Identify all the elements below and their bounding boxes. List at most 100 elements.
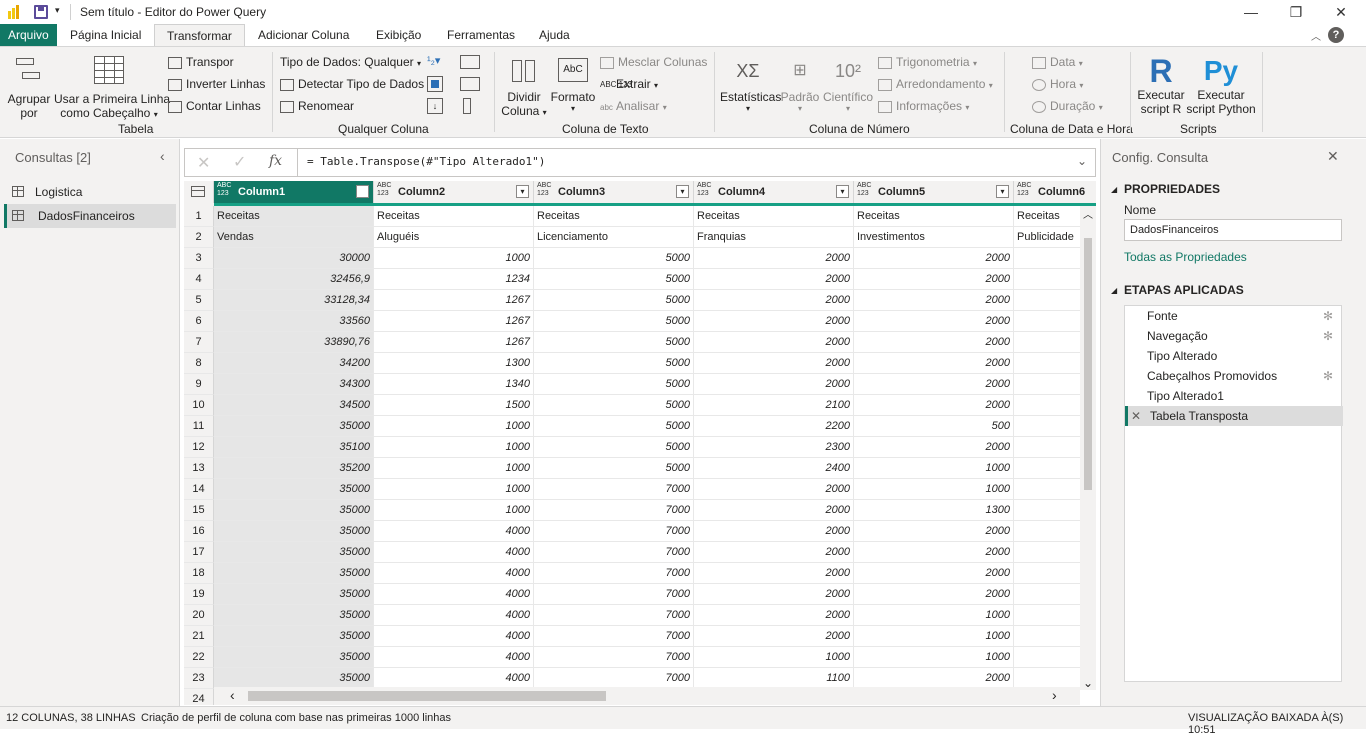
table-cell[interactable]: 7000 bbox=[534, 584, 694, 605]
tab-ajuda[interactable]: Ajuda bbox=[527, 24, 582, 46]
table-cell[interactable]: Receitas bbox=[214, 206, 374, 227]
padrao-button[interactable]: ⊞ Padrão ▾ bbox=[778, 54, 822, 118]
table-cell[interactable]: 35000 bbox=[214, 563, 374, 584]
table-cell[interactable]: 5000 bbox=[534, 395, 694, 416]
tab-arquivo[interactable]: Arquivo bbox=[0, 24, 57, 46]
table-cell[interactable]: 2000 bbox=[854, 584, 1014, 605]
scroll-left-icon[interactable]: ‹ bbox=[230, 687, 235, 703]
vertical-scrollbar[interactable]: ︿ ⌄ bbox=[1080, 206, 1096, 690]
estatisticas-button[interactable]: XΣ Estatísticas ▾ bbox=[720, 54, 781, 118]
table-cell[interactable]: 7000 bbox=[534, 647, 694, 668]
table-cell[interactable]: 4000 bbox=[374, 542, 534, 563]
table-cell[interactable]: 2000 bbox=[694, 374, 854, 395]
table-cell[interactable]: 4000 bbox=[374, 563, 534, 584]
row-number[interactable]: 2 bbox=[184, 227, 214, 248]
horizontal-scroll-thumb[interactable] bbox=[248, 691, 606, 701]
table-cell[interactable]: 1100 bbox=[694, 668, 854, 689]
applied-step[interactable]: ✕ Tabela Transposta bbox=[1125, 406, 1343, 426]
table-cell[interactable]: 1267 bbox=[374, 332, 534, 353]
executar-script-r-button[interactable]: R Executar script R bbox=[1136, 54, 1186, 118]
table-cell[interactable]: 5000 bbox=[534, 332, 694, 353]
applied-step[interactable]: Cabeçalhos Promovidos ✻ bbox=[1125, 366, 1343, 386]
table-cell[interactable]: 4000 bbox=[374, 521, 534, 542]
scroll-down-icon[interactable]: ⌄ bbox=[1083, 676, 1093, 690]
arredondamento-dropdown[interactable]: Arredondamento ▾ bbox=[878, 77, 993, 91]
column-type-icon[interactable]: ABC 123 bbox=[857, 182, 871, 198]
table-cell[interactable]: 2000 bbox=[854, 437, 1014, 458]
move-down-icon[interactable]: ↓ bbox=[427, 98, 443, 114]
detectar-tipo-button[interactable]: Detectar Tipo de Dados bbox=[280, 77, 424, 91]
table-cell[interactable]: 35000 bbox=[214, 542, 374, 563]
expand-formula-icon[interactable]: ⌄ bbox=[1077, 154, 1087, 168]
table-cell[interactable]: 35000 bbox=[214, 605, 374, 626]
table-cell[interactable]: 30000 bbox=[214, 248, 374, 269]
table-cell[interactable]: 35000 bbox=[214, 626, 374, 647]
table-cell[interactable]: 2000 bbox=[694, 353, 854, 374]
table-cell[interactable]: 1300 bbox=[374, 353, 534, 374]
table-cell[interactable]: 5000 bbox=[534, 353, 694, 374]
table-cell[interactable]: 35200 bbox=[214, 458, 374, 479]
row-number[interactable]: 5 bbox=[184, 290, 214, 311]
row-number[interactable]: 17 bbox=[184, 542, 214, 563]
table-cell[interactable]: 2100 bbox=[694, 395, 854, 416]
filter-dropdown-icon[interactable]: ▾ bbox=[676, 185, 689, 198]
table-cell[interactable]: 2000 bbox=[854, 248, 1014, 269]
table-cell[interactable]: 35000 bbox=[214, 479, 374, 500]
collapse-ribbon-icon[interactable]: ︿ bbox=[1311, 28, 1321, 43]
table-cell[interactable]: 5000 bbox=[534, 374, 694, 395]
table-cell[interactable]: 35000 bbox=[214, 500, 374, 521]
transpor-button[interactable]: Transpor bbox=[168, 55, 234, 69]
table-cell[interactable]: 1000 bbox=[374, 437, 534, 458]
table-cell[interactable]: Vendas bbox=[214, 227, 374, 248]
row-number[interactable]: 8 bbox=[184, 353, 214, 374]
formula-input[interactable]: = Table.Transpose(#"Tipo Alterado1") bbox=[307, 155, 545, 168]
row-number[interactable]: 11 bbox=[184, 416, 214, 437]
applied-step[interactable]: Navegação ✻ bbox=[1125, 326, 1343, 346]
duracao-dropdown[interactable]: Duração ▾ bbox=[1032, 99, 1103, 113]
table-cell[interactable]: Franquias bbox=[694, 227, 854, 248]
mesclar-colunas-button[interactable]: Mesclar Colunas bbox=[600, 55, 707, 69]
column-type-icon[interactable]: ABC 123 bbox=[537, 182, 551, 198]
table-cell[interactable]: 1000 bbox=[854, 605, 1014, 626]
table-cell[interactable]: 7000 bbox=[534, 500, 694, 521]
table-cell[interactable]: 5000 bbox=[534, 416, 694, 437]
usar-primeira-linha-button[interactable]: Usar a Primeira Linha como Cabeçalho ▾ bbox=[54, 54, 170, 120]
gear-icon[interactable]: ✻ bbox=[1323, 366, 1333, 386]
convert-list-icon[interactable] bbox=[463, 98, 471, 114]
hora-dropdown[interactable]: Hora ▾ bbox=[1032, 77, 1083, 91]
table-cell[interactable]: Receitas bbox=[374, 206, 534, 227]
tab-ferramentas[interactable]: Ferramentas bbox=[435, 24, 527, 46]
contar-linhas-button[interactable]: Contar Linhas bbox=[168, 99, 261, 113]
table-cell[interactable]: 2000 bbox=[694, 626, 854, 647]
table-cell[interactable]: 2400 bbox=[694, 458, 854, 479]
table-cell[interactable]: 7000 bbox=[534, 479, 694, 500]
table-cell[interactable]: 7000 bbox=[534, 521, 694, 542]
table-cell[interactable]: 2000 bbox=[694, 479, 854, 500]
table-cell[interactable]: 33560 bbox=[214, 311, 374, 332]
row-number[interactable]: 10 bbox=[184, 395, 214, 416]
row-number[interactable]: 20 bbox=[184, 605, 214, 626]
help-icon[interactable]: ? bbox=[1328, 27, 1344, 43]
filter-dropdown-icon[interactable]: ▾ bbox=[356, 185, 369, 198]
table-cell[interactable]: 2000 bbox=[854, 668, 1014, 689]
confirm-formula-icon[interactable]: ✓ bbox=[233, 152, 246, 172]
table-cell[interactable]: 2000 bbox=[854, 542, 1014, 563]
informacoes-dropdown[interactable]: Informações ▾ bbox=[878, 99, 969, 113]
column-type-icon[interactable]: ABC 123 bbox=[697, 182, 711, 198]
table-cell[interactable]: 35000 bbox=[214, 416, 374, 437]
table-cell[interactable]: 34300 bbox=[214, 374, 374, 395]
replace-values-icon[interactable]: ¹₂▾ bbox=[427, 54, 451, 70]
table-cell[interactable]: 2000 bbox=[854, 290, 1014, 311]
table-cell[interactable]: 35100 bbox=[214, 437, 374, 458]
column-header[interactable]: ABC 123 Column3 ▾ bbox=[534, 181, 694, 203]
status-profiling[interactable]: Criação de perfil de coluna com base nas… bbox=[141, 712, 451, 724]
table-cell[interactable]: 5000 bbox=[534, 269, 694, 290]
table-cell[interactable]: 7000 bbox=[534, 563, 694, 584]
quick-access-dropdown-icon[interactable]: ▾ bbox=[55, 5, 60, 16]
table-cell[interactable]: 2000 bbox=[694, 311, 854, 332]
table-cell[interactable]: 33890,76 bbox=[214, 332, 374, 353]
tab-exibicao[interactable]: Exibição bbox=[364, 24, 433, 46]
table-cell[interactable]: 7000 bbox=[534, 542, 694, 563]
fx-icon[interactable]: fx bbox=[269, 153, 282, 169]
table-cell[interactable]: 2000 bbox=[854, 521, 1014, 542]
